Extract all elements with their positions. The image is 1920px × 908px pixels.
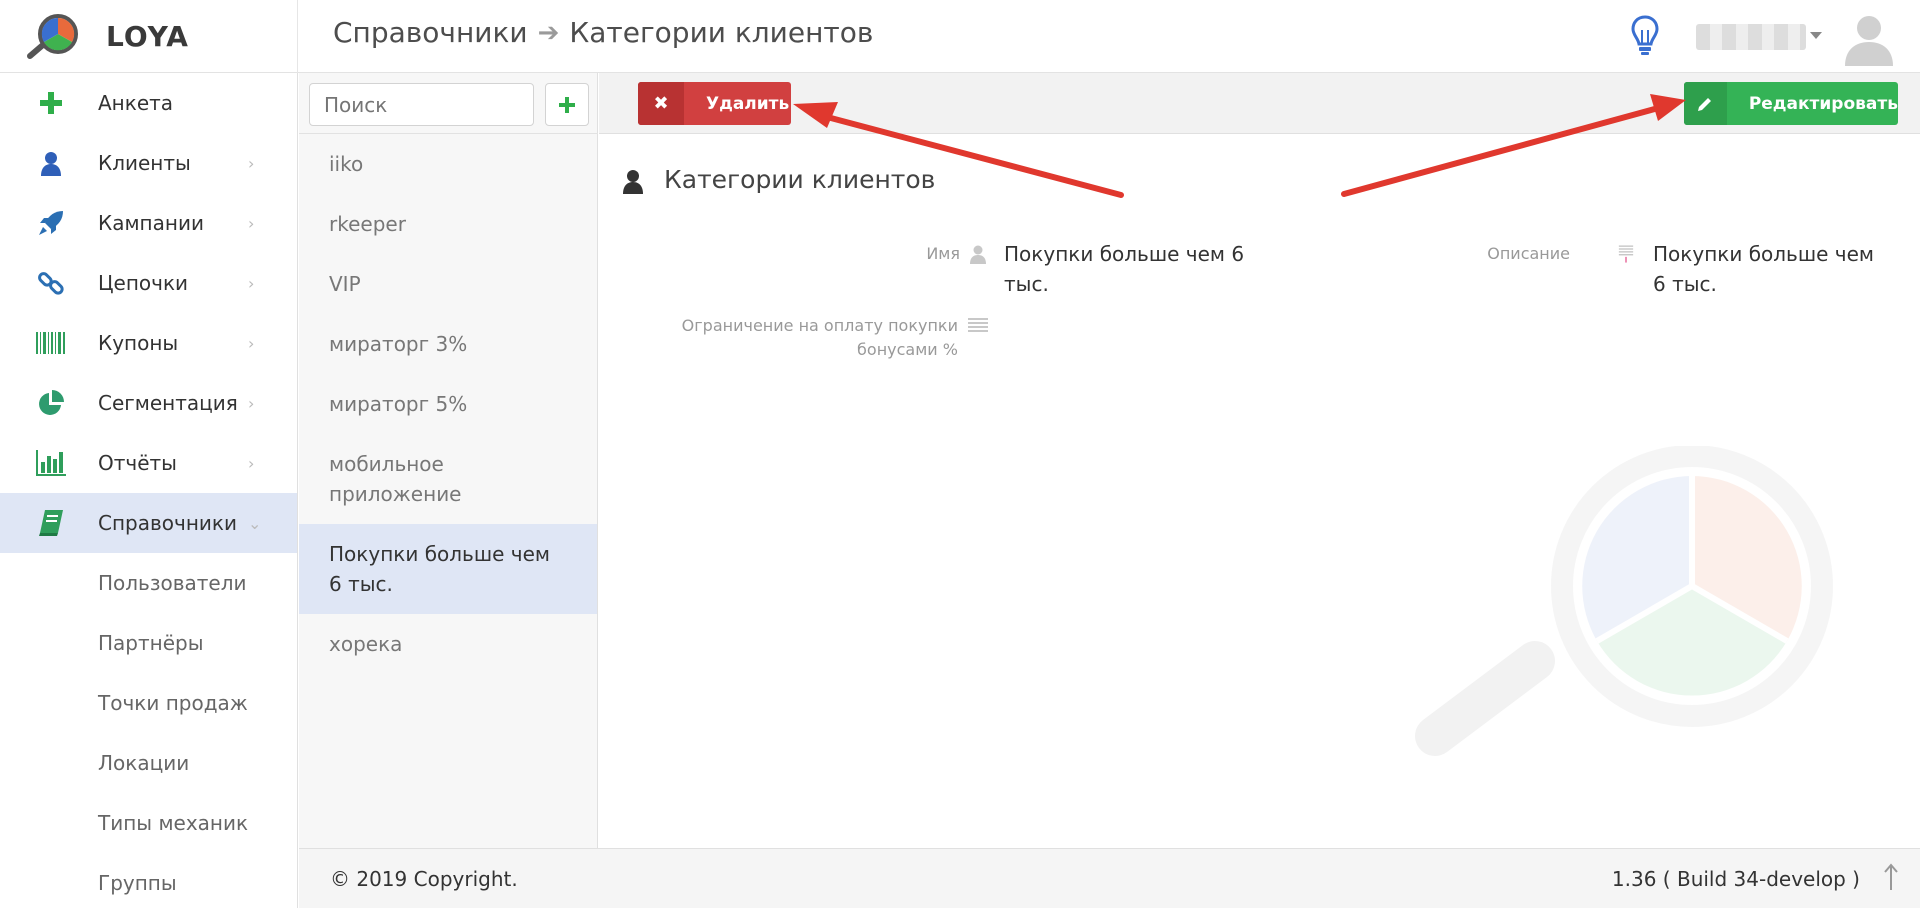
footer: © 2019 Copyright. 1.36 ( Build 34-develo… [299,848,1920,908]
text-lines-icon [968,318,988,332]
sidebar-subitem-groups[interactable]: Группы [0,853,297,908]
breadcrumb-parent[interactable]: Справочники [333,16,528,49]
list-item[interactable]: хорека [299,614,597,674]
description-field-value: Покупки больше чем 6 тыс. [1653,242,1875,296]
chevron-right-icon: › [248,393,255,413]
list-item[interactable]: iiko [299,134,597,194]
bar-chart-icon [36,448,66,478]
plus-icon [36,88,66,118]
edit-button-label: Редактировать [1748,93,1898,114]
sidebar-subitem-label: Локации [98,751,190,775]
user-name-blurred[interactable] [1696,24,1806,50]
sidebar-subitem-locations[interactable]: Локации [0,733,297,793]
sidebar-item-label: Цепочки [98,271,189,295]
sidebar-subitem-label: Партнёры [98,631,204,655]
list-item[interactable]: rkeeper [299,194,597,254]
version-text: 1.36 ( Build 34-develop ) [1611,867,1860,891]
category-list-panel: iiko rkeeper VIP мираторг 3% мираторг 5%… [299,73,598,848]
chain-icon [36,268,66,298]
book-icon [36,508,66,538]
user-icon [36,148,66,178]
sidebar-item-segmentation[interactable]: Сегментация › [0,373,297,433]
sidebar-item-label: Отчёты [98,451,177,475]
rocket-icon [36,208,66,238]
sidebar-item-label: Клиенты [98,151,191,175]
sidebar-subitem-mechanic-types[interactable]: Типы механик [0,793,297,853]
text-lines-icon [1618,245,1634,263]
description-field-label: Описание [1487,244,1570,263]
add-button[interactable] [545,83,589,126]
sidebar-subitem-partners[interactable]: Партнёры [0,613,297,673]
logo-watermark-icon [1415,446,1833,756]
chevron-right-icon: › [248,333,255,353]
chevron-right-icon: › [248,453,255,473]
top-header: LOYA Справочники ➔ Категории клиентов [0,0,1920,73]
breadcrumb: Справочники ➔ Категории клиентов [333,16,873,49]
bonus-limit-field-label: Ограничение на оплату покупки бонусами % [681,316,958,359]
pie-chart-icon [36,388,66,418]
close-icon: ✖ [638,82,684,125]
search-input[interactable] [309,83,534,126]
list-item[interactable]: мираторг 5% [299,374,597,434]
scroll-to-top-icon[interactable] [1884,863,1898,891]
sidebar-item-clients[interactable]: Клиенты › [0,133,297,193]
list-item[interactable]: мираторг 3% [299,314,597,374]
chevron-right-icon: › [248,153,255,173]
user-icon [623,170,643,194]
list-item[interactable]: мобильное приложение [299,434,597,524]
sidebar: Анкета Клиенты › Кампании › Цепочки › Ку… [0,73,298,908]
edit-button[interactable]: Редактировать [1684,82,1898,125]
breadcrumb-separator-icon: ➔ [537,17,560,48]
breadcrumb-current: Категории клиентов [569,16,874,49]
sidebar-item-label: Справочники [98,511,237,535]
sidebar-item-campaigns[interactable]: Кампании › [0,193,297,253]
logo-icon [27,14,78,59]
copyright-text: © 2019 Copyright. [330,867,518,891]
chevron-down-icon: ⌄ [248,513,262,533]
delete-button[interactable]: ✖ Удалить [638,82,791,125]
list-item[interactable]: VIP [299,254,597,314]
list-item-selected[interactable]: Покупки больше чем 6 тыс. [299,524,597,614]
sidebar-subitem-label: Группы [98,871,177,895]
caret-down-icon[interactable] [1810,32,1822,39]
pencil-icon [1684,82,1727,125]
sidebar-item-label: Купоны [98,331,179,355]
sidebar-item-anketa[interactable]: Анкета [0,73,297,133]
sidebar-item-label: Сегментация [98,391,238,415]
plus-icon [559,96,575,113]
lightbulb-icon[interactable] [1630,14,1660,58]
barcode-icon [36,328,66,358]
sidebar-item-reports[interactable]: Отчёты › [0,433,297,493]
sidebar-item-label: Кампании [98,211,204,235]
name-field-value: Покупки больше чем 6 тыс. [1004,242,1245,296]
section-title: Категории клиентов [664,165,936,194]
chevron-right-icon: › [248,213,255,233]
sidebar-subitem-label: Пользователи [98,571,247,595]
sidebar-subitem-label: Типы механик [98,811,249,835]
sidebar-subitem-label: Точки продаж [98,691,248,715]
chevron-right-icon: › [248,273,255,293]
user-icon [970,245,986,264]
sidebar-item-coupons[interactable]: Купоны › [0,313,297,373]
sidebar-item-label: Анкета [98,91,174,115]
name-field-label: Имя [926,244,960,263]
app-name: LOYA [106,20,189,53]
avatar[interactable] [1841,10,1897,66]
sidebar-subitem-points-of-sale[interactable]: Точки продаж [0,673,297,733]
sidebar-item-chains[interactable]: Цепочки › [0,253,297,313]
logo-area[interactable]: LOYA [0,0,298,73]
sidebar-item-directories[interactable]: Справочники ⌄ [0,493,297,553]
delete-button-label: Удалить [706,93,790,114]
sidebar-subitem-users[interactable]: Пользователи [0,553,297,613]
